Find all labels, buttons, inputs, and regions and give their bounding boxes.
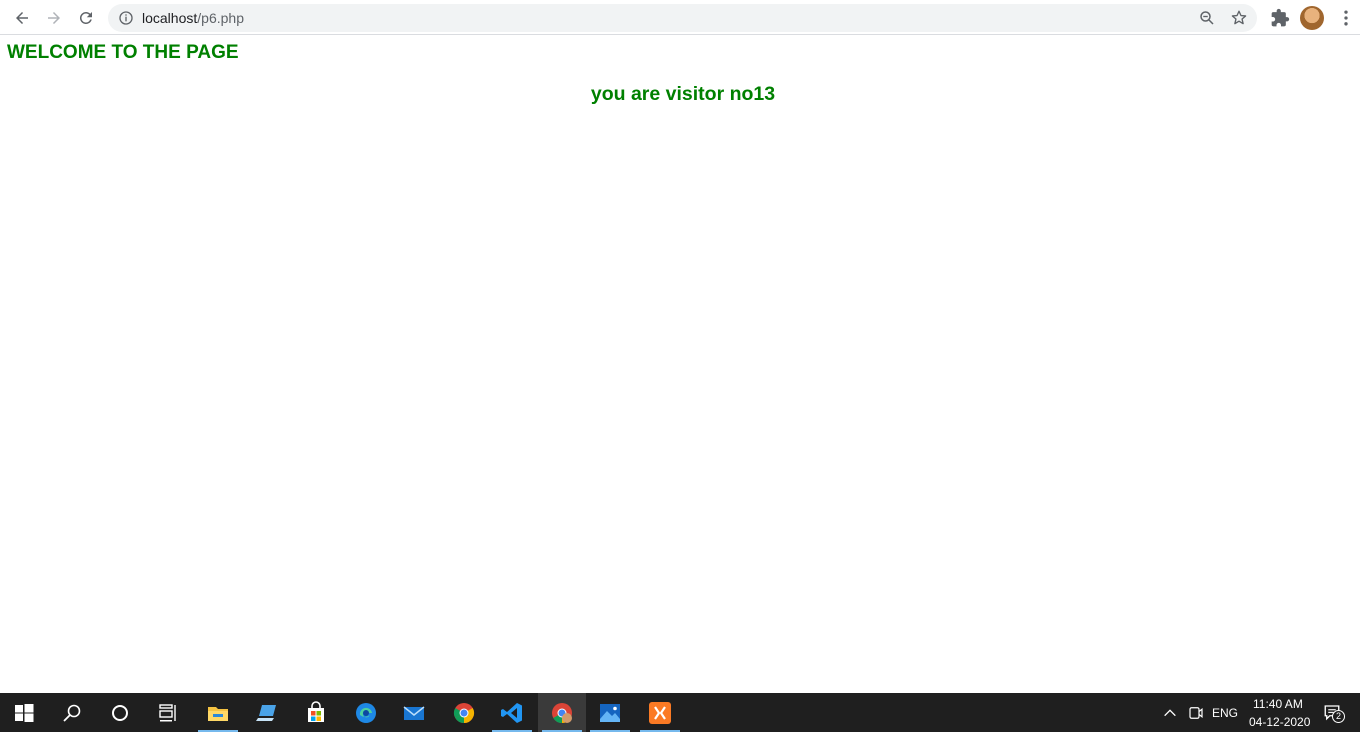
cortana-button[interactable]	[96, 693, 144, 732]
notification-count-badge: 2	[1332, 710, 1345, 723]
visitor-count-text: you are visitor no13	[590, 83, 776, 105]
mail-envelope-icon	[403, 705, 425, 720]
windows-taskbar: ENG 11:40 AM 04-12-2020 2	[0, 693, 1360, 732]
bookmark-star-icon[interactable]	[1230, 9, 1248, 27]
microsoft-store-button[interactable]	[292, 693, 340, 732]
language-indicator[interactable]: ENG	[1212, 706, 1238, 720]
meet-now-icon[interactable]	[1187, 704, 1205, 722]
edge-button[interactable]	[342, 693, 390, 732]
back-button[interactable]	[9, 5, 35, 31]
clock-time[interactable]: 11:40 AM	[1253, 697, 1303, 711]
chrome-profile-button[interactable]	[538, 693, 586, 732]
chrome-button[interactable]	[440, 693, 488, 732]
action-center-button[interactable]: 2	[1322, 703, 1346, 723]
address-bar[interactable]: localhost/p6.php	[108, 4, 1257, 32]
chrome-profile-icon	[552, 702, 572, 723]
laptop-app-button[interactable]	[244, 693, 292, 732]
photos-button[interactable]	[586, 693, 634, 732]
profile-avatar[interactable]	[1300, 6, 1324, 30]
task-view-button[interactable]	[144, 693, 192, 732]
cortana-circle-icon	[112, 704, 128, 721]
url-path: /p6.php	[197, 10, 244, 26]
url-text: localhost/p6.php	[142, 10, 244, 26]
vscode-icon	[501, 702, 522, 723]
chrome-icon	[453, 702, 475, 723]
task-view-icon	[159, 703, 176, 721]
windows-logo-icon	[15, 703, 34, 722]
browser-toolbar: localhost/p6.php	[0, 0, 1360, 35]
file-explorer-button[interactable]	[194, 693, 242, 732]
reload-button[interactable]	[73, 5, 99, 31]
menu-kebab-icon[interactable]	[1336, 8, 1356, 28]
forward-button[interactable]	[41, 5, 67, 31]
info-icon[interactable]	[118, 10, 134, 26]
edge-icon	[356, 702, 376, 723]
url-host: localhost	[142, 10, 198, 26]
search-icon	[63, 704, 81, 722]
xampp-button[interactable]	[636, 693, 684, 732]
reload-icon	[79, 11, 92, 24]
extensions-puzzle-icon[interactable]	[1270, 8, 1290, 28]
photos-icon	[600, 703, 620, 722]
search-button[interactable]	[48, 693, 96, 732]
page-content: WELCOME TO THE PAGE you are visitor no13	[0, 36, 1360, 693]
vscode-button[interactable]	[488, 693, 536, 732]
start-button[interactable]	[0, 693, 48, 732]
store-bag-icon	[308, 700, 324, 722]
folder-icon	[208, 706, 228, 721]
laptop-icon	[256, 704, 276, 721]
xampp-icon	[649, 701, 671, 724]
forward-arrow-icon	[48, 12, 60, 24]
zoom-icon[interactable]	[1198, 9, 1216, 27]
clock-date[interactable]: 04-12-2020	[1249, 715, 1310, 729]
back-arrow-icon	[16, 12, 28, 24]
show-hidden-icons-chevron-icon[interactable]	[1162, 705, 1178, 721]
page-heading: WELCOME TO THE PAGE	[7, 42, 239, 63]
mail-button[interactable]	[390, 693, 438, 732]
